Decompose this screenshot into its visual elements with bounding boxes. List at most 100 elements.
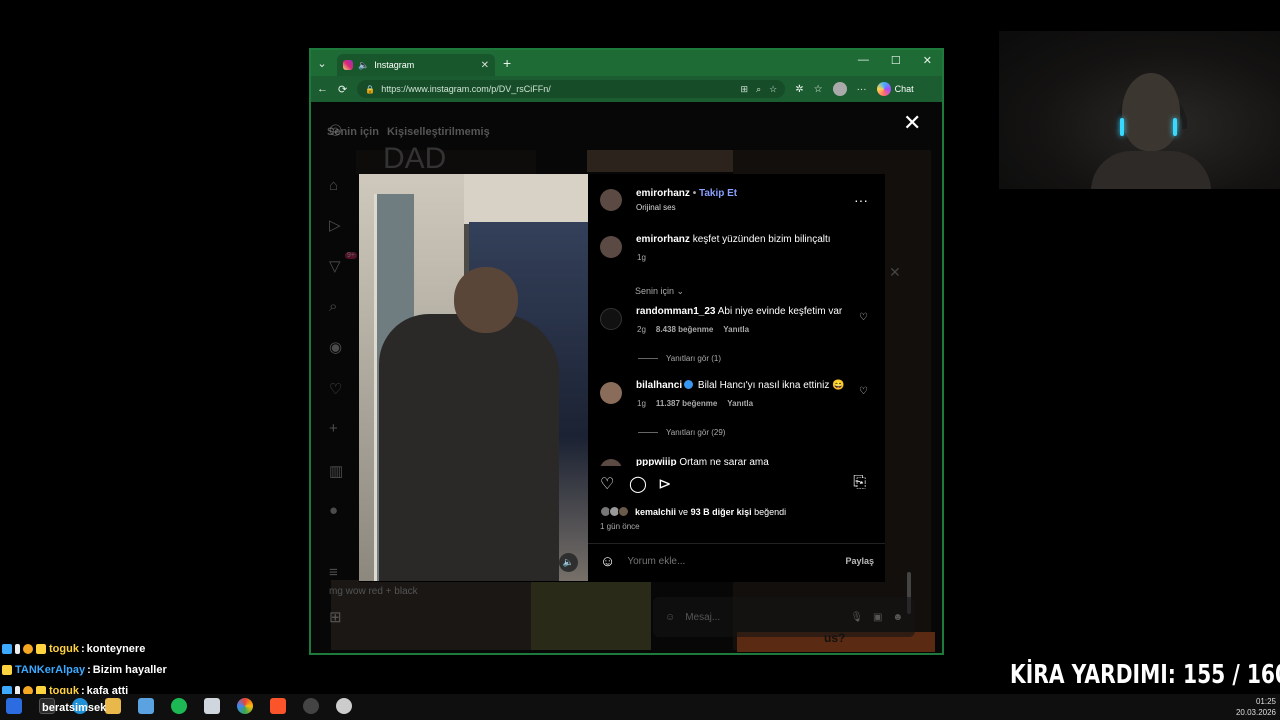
audio-label[interactable]: Orijinal ses — [636, 203, 676, 212]
comment-user[interactable]: bilalhanci — [636, 380, 682, 391]
comment-user[interactable]: randomman1_23 — [636, 306, 715, 317]
sticker-icon[interactable]: ☻ — [892, 612, 903, 623]
chat-message: toguk : konteynere — [2, 638, 167, 659]
browser-window: ⌄ 🔈 Instagram ✕ + — ☐ ✕ ← ⟳ 🔒 https://ww… — [309, 48, 944, 655]
zoom-icon[interactable]: ⌕ — [756, 84, 761, 95]
post-header: emirorhanz • Takip Et Orijinal ses ··· — [600, 186, 874, 216]
view-replies[interactable]: Yanıtları gör (29) — [638, 428, 725, 437]
speaker-icon[interactable]: 🔈 — [358, 60, 369, 71]
obs-icon[interactable] — [303, 698, 319, 714]
new-tab-icon[interactable]: + — [503, 55, 511, 71]
save-bookmark-icon[interactable]: ⎘ — [853, 474, 866, 492]
comment-like-icon[interactable]: ♡ — [859, 386, 868, 397]
extensions-icon[interactable]: ✲ — [795, 84, 803, 95]
author-username[interactable]: emirorhanz — [636, 188, 690, 199]
liked-by-count[interactable]: 93 B diğer kişi — [691, 507, 752, 517]
commenter-avatar[interactable] — [600, 308, 622, 330]
back-icon[interactable]: ← — [317, 83, 328, 95]
author-avatar[interactable] — [600, 189, 622, 211]
compass-icon[interactable]: ◉ — [329, 338, 342, 356]
comment-user[interactable]: pppwiiip — [636, 457, 677, 466]
maximize-icon[interactable]: ☐ — [891, 54, 901, 67]
search-icon[interactable]: ⌕ — [329, 298, 337, 315]
notification-badge: 9+ — [345, 252, 357, 259]
like-icon[interactable]: ♡ — [600, 474, 614, 494]
author-avatar[interactable] — [600, 236, 622, 258]
video-player[interactable]: 🔈 — [359, 174, 588, 581]
comment-input[interactable] — [627, 555, 828, 567]
caption-user[interactable]: emirorhanz — [636, 234, 690, 245]
tab-list-icon[interactable]: ⌄ — [311, 57, 333, 70]
home-icon[interactable]: ⌂ — [329, 177, 338, 194]
favorite-star-icon[interactable]: ☆ — [769, 84, 777, 95]
comment-line: bilalhanci Bilal Hancı'yı nasıl ikna ett… — [636, 380, 846, 391]
profile-icon[interactable]: ● — [329, 502, 338, 519]
image-icon[interactable]: ▣ — [873, 612, 882, 623]
view-replies-label: Yanıtları gör (1) — [666, 354, 721, 363]
comment-likes[interactable]: 11.387 beğenme — [656, 399, 717, 408]
more-options-icon[interactable]: ··· — [854, 192, 868, 208]
comment-icon[interactable]: ◯ — [629, 474, 647, 494]
reels-icon[interactable]: ▷ — [329, 216, 341, 234]
follow-button[interactable]: Takip Et — [699, 188, 737, 199]
profile-avatar[interactable] — [832, 82, 847, 96]
tab-unpersonalized[interactable]: Kişiselleştirilmemiş — [387, 126, 490, 138]
grid-icon[interactable]: ⊞ — [329, 608, 342, 626]
heart-icon[interactable]: ♡ — [329, 380, 342, 398]
instagram-logo-icon[interactable]: ◎ — [329, 120, 342, 138]
comment-sort[interactable]: Senin için ⌄ — [635, 286, 684, 297]
comment-like-icon[interactable]: ♡ — [859, 312, 868, 323]
reply-button[interactable]: Yanıtla — [727, 399, 753, 408]
view-replies[interactable]: Yanıtları gör (1) — [638, 354, 721, 363]
spotify-icon[interactable] — [171, 698, 187, 714]
app-icon[interactable]: ⊞ — [741, 84, 749, 95]
mic-icon[interactable]: 🎙 — [850, 612, 863, 623]
favorites-icon[interactable]: ☆ — [814, 84, 823, 95]
comment-composer: ☺ Paylaş — [600, 551, 874, 571]
clock-time: 01:25 — [1255, 697, 1276, 706]
tab-close-icon[interactable]: ✕ — [481, 60, 489, 71]
commenter-avatar[interactable] — [600, 459, 622, 466]
explore-icon[interactable]: ▽ — [329, 257, 341, 275]
separator-dot: • — [692, 188, 697, 199]
comment-text: Abi niye evinde keşfetim var — [717, 306, 843, 317]
divider — [588, 543, 885, 544]
close-background-icon[interactable]: ✕ — [889, 264, 901, 281]
message-bar[interactable]: ☺ Mesaj... 🎙 ▣ ☻ — [653, 597, 915, 637]
reply-button[interactable]: Yanıtla — [723, 325, 749, 334]
refresh-icon[interactable]: ⟳ — [338, 83, 347, 96]
post-author: emirorhanz • Takip Et — [636, 188, 737, 199]
create-icon[interactable]: + — [329, 420, 338, 437]
background-tile — [531, 580, 651, 650]
minimize-icon[interactable]: — — [858, 54, 869, 67]
emoji-icon[interactable]: ☺ — [665, 612, 675, 623]
address-toolbar: ← ⟳ 🔒 https://www.instagram.com/p/DV_rsC… — [311, 76, 942, 102]
more-menu-icon[interactable]: ··· — [857, 84, 867, 95]
close-modal-icon[interactable]: ✕ — [903, 110, 921, 136]
comments-list: emirorhanz keşfet yüzünden bizim bilinça… — [600, 234, 874, 466]
chrome-icon[interactable] — [237, 698, 253, 714]
system-clock[interactable]: 01:25 20.03.2026 — [1236, 696, 1276, 718]
app-icon[interactable] — [336, 698, 352, 714]
emoji-icon[interactable]: ☺ — [600, 553, 615, 570]
tab-instagram[interactable]: 🔈 Instagram ✕ — [337, 54, 495, 76]
brave-icon[interactable] — [270, 698, 286, 714]
mute-icon[interactable]: 🔈 — [559, 553, 578, 572]
start-icon[interactable] — [6, 698, 22, 714]
share-icon[interactable]: ⊳ — [658, 474, 671, 494]
taskbar: beratsimsek 01:25 20.03.2026 — [0, 694, 1280, 720]
post-comment-button[interactable]: Paylaş — [845, 556, 874, 566]
address-bar[interactable]: 🔒 https://www.instagram.com/p/DV_rsCiFFn… — [357, 80, 786, 98]
calculator-icon[interactable] — [204, 698, 220, 714]
comment-likes[interactable]: 8.438 beğenme — [656, 325, 713, 334]
menu-icon[interactable]: ≡ — [329, 564, 338, 581]
mail-icon[interactable] — [138, 698, 154, 714]
dashboard-icon[interactable]: ▥ — [329, 462, 343, 480]
comment-meta: 1g 11.387 beğenme Yanıtla — [637, 399, 753, 408]
liked-by-user[interactable]: kemalchii — [635, 507, 676, 517]
copilot-chat-button[interactable]: Chat — [876, 82, 914, 96]
close-window-icon[interactable]: ✕ — [923, 54, 932, 67]
file-explorer-icon[interactable] — [105, 698, 121, 714]
commenter-avatar[interactable] — [600, 382, 622, 404]
lock-icon[interactable]: 🔒 — [365, 85, 375, 94]
